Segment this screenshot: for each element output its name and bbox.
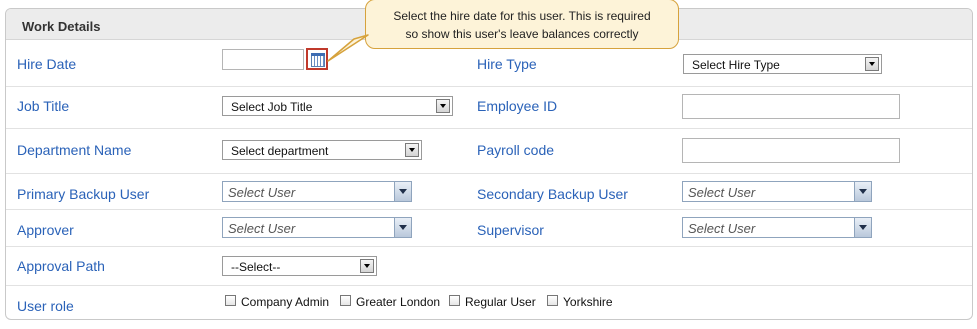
hire-date-input[interactable]: [222, 49, 304, 70]
row-divider: [6, 246, 972, 247]
primary-backup-label: Primary Backup User: [17, 186, 150, 202]
approver-label: Approver: [17, 222, 74, 238]
chevron-down-icon[interactable]: [394, 218, 411, 237]
approver-value: Select User: [228, 221, 296, 236]
department-select[interactable]: Select department: [222, 140, 422, 160]
user-role-label: User role: [17, 298, 74, 314]
role-label-company-admin: Company Admin: [241, 295, 330, 309]
role-label-regular-user: Regular User: [465, 295, 536, 309]
chevron-down-icon[interactable]: [854, 218, 871, 237]
chevron-down-icon[interactable]: [394, 182, 411, 201]
role-checkbox-company-admin[interactable]: [225, 295, 236, 306]
supervisor-label: Supervisor: [477, 222, 544, 238]
row-divider: [6, 173, 972, 174]
secondary-backup-value: Select User: [688, 185, 756, 200]
primary-backup-value: Select User: [228, 185, 296, 200]
employee-id-label: Employee ID: [477, 98, 558, 114]
hire-date-tooltip: Select the hire date for this user. This…: [365, 0, 679, 49]
chevron-down-icon[interactable]: [360, 259, 374, 273]
chevron-down-icon[interactable]: [865, 57, 879, 71]
department-label: Department Name: [17, 142, 132, 158]
role-checkbox-yorkshire[interactable]: [547, 295, 558, 306]
role-checkbox-greater-london[interactable]: [340, 295, 351, 306]
supervisor-value: Select User: [688, 221, 756, 236]
approver-combo[interactable]: Select User: [222, 217, 412, 238]
hire-type-value: Select Hire Type: [692, 58, 780, 72]
supervisor-combo[interactable]: Select User: [682, 217, 872, 238]
job-title-value: Select Job Title: [231, 100, 313, 114]
job-title-select[interactable]: Select Job Title: [222, 96, 453, 116]
row-divider: [6, 128, 972, 129]
tooltip-pointer: [327, 34, 369, 62]
tooltip-line-1: Select the hire date for this user. This…: [393, 9, 651, 23]
work-details-panel: Work Details Hire Date Hire Type Select …: [5, 8, 973, 320]
hire-type-select[interactable]: Select Hire Type: [683, 54, 882, 74]
row-divider: [6, 209, 972, 210]
chevron-down-icon[interactable]: [436, 99, 450, 113]
row-divider: [6, 86, 972, 87]
chevron-down-icon[interactable]: [854, 182, 871, 201]
payroll-code-input[interactable]: [682, 138, 900, 163]
row-divider: [6, 285, 972, 286]
role-checkbox-regular-user[interactable]: [449, 295, 460, 306]
employee-id-input[interactable]: [682, 94, 900, 119]
approval-path-value: --Select--: [231, 260, 281, 274]
secondary-backup-label: Secondary Backup User: [477, 186, 628, 202]
hire-date-label: Hire Date: [17, 56, 77, 72]
role-label-greater-london: Greater London: [356, 295, 441, 309]
secondary-backup-combo[interactable]: Select User: [682, 181, 872, 202]
calendar-header: [311, 53, 325, 56]
approval-path-select[interactable]: --Select--: [222, 256, 377, 276]
tooltip-line-2: so show this user's leave balances corre…: [405, 27, 639, 41]
job-title-label: Job Title: [17, 98, 70, 114]
chevron-down-icon[interactable]: [405, 143, 419, 157]
hire-type-label: Hire Type: [477, 56, 537, 72]
primary-backup-combo[interactable]: Select User: [222, 181, 412, 202]
department-value: Select department: [231, 144, 329, 158]
section-title: Work Details: [22, 19, 101, 34]
approval-path-label: Approval Path: [17, 258, 105, 274]
role-label-yorkshire: Yorkshire: [563, 295, 613, 309]
payroll-code-label: Payroll code: [477, 142, 555, 158]
